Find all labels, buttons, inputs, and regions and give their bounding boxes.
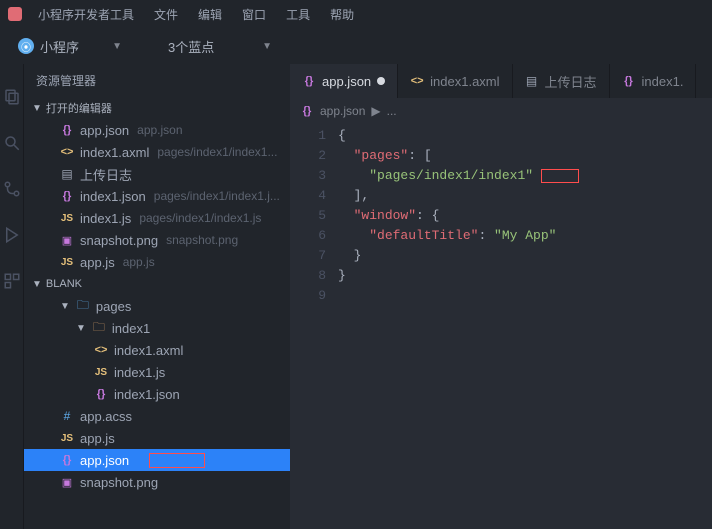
breadcrumb[interactable]: {} app.json ▶ ...: [290, 98, 712, 124]
open-editor-item[interactable]: ▤上传日志: [24, 163, 290, 185]
file-item[interactable]: JSindex1.js: [24, 361, 290, 383]
file-item[interactable]: JSapp.js: [24, 427, 290, 449]
document-icon: ▤: [60, 167, 74, 181]
chevron-down-icon: ▼: [60, 301, 70, 312]
breadcrumb-label: app.json: [320, 104, 365, 118]
toolbar: ⦿ 小程序 ▼ 3个蓝点 ▼: [0, 28, 712, 64]
menu-window[interactable]: 窗口: [234, 4, 274, 25]
chevron-down-icon: ▼: [262, 41, 272, 52]
app-logo-icon: [8, 7, 22, 21]
folder-pages[interactable]: ▼🗀pages: [24, 295, 290, 317]
open-editor-item[interactable]: <>index1.axmlpages/index1/index1...: [24, 141, 290, 163]
file-item[interactable]: #app.acss: [24, 405, 290, 427]
json-icon: {}: [60, 454, 74, 466]
image-icon: ▣: [60, 476, 74, 489]
extensions-icon[interactable]: [3, 272, 21, 290]
menu-edit[interactable]: 编辑: [190, 4, 230, 25]
json-icon: {}: [300, 105, 314, 117]
chevron-down-icon: ▼: [76, 323, 86, 334]
code-editor[interactable]: 1 2 3 4 5 6 7 8 9 { "pages": [ "pages/in…: [290, 124, 712, 529]
open-editor-item[interactable]: {}index1.jsonpages/index1/index1.j...: [24, 185, 290, 207]
explorer-icon[interactable]: [3, 88, 21, 106]
json-icon: {}: [94, 388, 108, 400]
platform-label: 小程序: [40, 37, 79, 56]
json-icon: {}: [60, 124, 74, 136]
platform-selector[interactable]: ⦿ 小程序 ▼: [10, 33, 130, 60]
device-selector[interactable]: 3个蓝点 ▼: [160, 33, 280, 60]
axml-icon: <>: [94, 344, 108, 356]
main-area: 资源管理器 ▼ 打开的编辑器 {}app.jsonapp.json <>inde…: [0, 64, 712, 529]
js-icon: JS: [60, 433, 74, 444]
axml-icon: <>: [410, 75, 424, 87]
file-item[interactable]: {}index1.json: [24, 383, 290, 405]
axml-icon: <>: [60, 146, 74, 158]
tab-index1-json[interactable]: {}index1.: [610, 64, 697, 98]
menu-file[interactable]: 文件: [146, 4, 186, 25]
project-name: BLANK: [46, 278, 82, 290]
json-icon: {}: [622, 75, 636, 87]
file-item[interactable]: <>index1.axml: [24, 339, 290, 361]
editor-pane: {}app.json <>index1.axml ▤上传日志 {}index1.…: [290, 64, 712, 529]
sidebar-title: 资源管理器: [24, 64, 290, 97]
json-icon: {}: [60, 190, 74, 202]
tab-upload-log[interactable]: ▤上传日志: [513, 64, 610, 98]
open-editor-item[interactable]: JSindex1.jspages/index1/index1.js: [24, 207, 290, 229]
js-icon: JS: [94, 367, 108, 378]
menu-help[interactable]: 帮助: [322, 4, 362, 25]
line-gutter: 1 2 3 4 5 6 7 8 9: [290, 126, 338, 529]
open-editors-label: 打开的编辑器: [46, 100, 112, 116]
document-icon: ▤: [525, 74, 539, 88]
folder-icon: 🗀: [76, 296, 90, 317]
device-label: 3个蓝点: [168, 37, 214, 56]
chevron-down-icon: ▼: [32, 279, 42, 290]
activity-bar: [0, 64, 24, 529]
modified-dot-icon: [377, 77, 385, 85]
folder-icon: 🗀: [92, 318, 106, 339]
titlebar: 小程序开发者工具 文件 编辑 窗口 工具 帮助: [0, 0, 712, 28]
chevron-down-icon: ▼: [32, 103, 42, 114]
tab-index1-axml[interactable]: <>index1.axml: [398, 64, 512, 98]
file-item-selected[interactable]: {}app.json: [24, 449, 290, 471]
folder-index1[interactable]: ▼🗀index1: [24, 317, 290, 339]
breadcrumb-more: ...: [387, 104, 397, 118]
json-icon: {}: [302, 75, 316, 87]
debug-icon[interactable]: [3, 226, 21, 244]
search-icon[interactable]: [3, 134, 21, 152]
breadcrumb-sep: ▶: [371, 104, 380, 118]
js-icon: JS: [60, 257, 74, 268]
source-control-icon[interactable]: [3, 180, 21, 198]
file-item[interactable]: ▣snapshot.png: [24, 471, 290, 493]
js-icon: JS: [60, 213, 74, 224]
platform-icon: ⦿: [18, 38, 34, 54]
explorer-sidebar: 资源管理器 ▼ 打开的编辑器 {}app.jsonapp.json <>inde…: [24, 64, 290, 529]
highlight-box: [149, 453, 205, 468]
app-name: 小程序开发者工具: [30, 4, 142, 25]
code-body[interactable]: { "pages": [ "pages/index1/index1" ], "w…: [338, 126, 712, 529]
open-editor-item[interactable]: JSapp.jsapp.js: [24, 251, 290, 273]
image-icon: ▣: [60, 234, 74, 247]
tab-app-json[interactable]: {}app.json: [290, 64, 398, 98]
menu-tools[interactable]: 工具: [278, 4, 318, 25]
highlight-box: [541, 169, 579, 183]
chevron-down-icon: ▼: [112, 41, 122, 52]
open-editors-header[interactable]: ▼ 打开的编辑器: [24, 97, 290, 119]
open-editor-item[interactable]: {}app.jsonapp.json: [24, 119, 290, 141]
acss-icon: #: [60, 409, 74, 423]
editor-tabs: {}app.json <>index1.axml ▤上传日志 {}index1.: [290, 64, 712, 98]
project-header[interactable]: ▼ BLANK: [24, 273, 290, 295]
open-editor-item[interactable]: ▣snapshot.pngsnapshot.png: [24, 229, 290, 251]
